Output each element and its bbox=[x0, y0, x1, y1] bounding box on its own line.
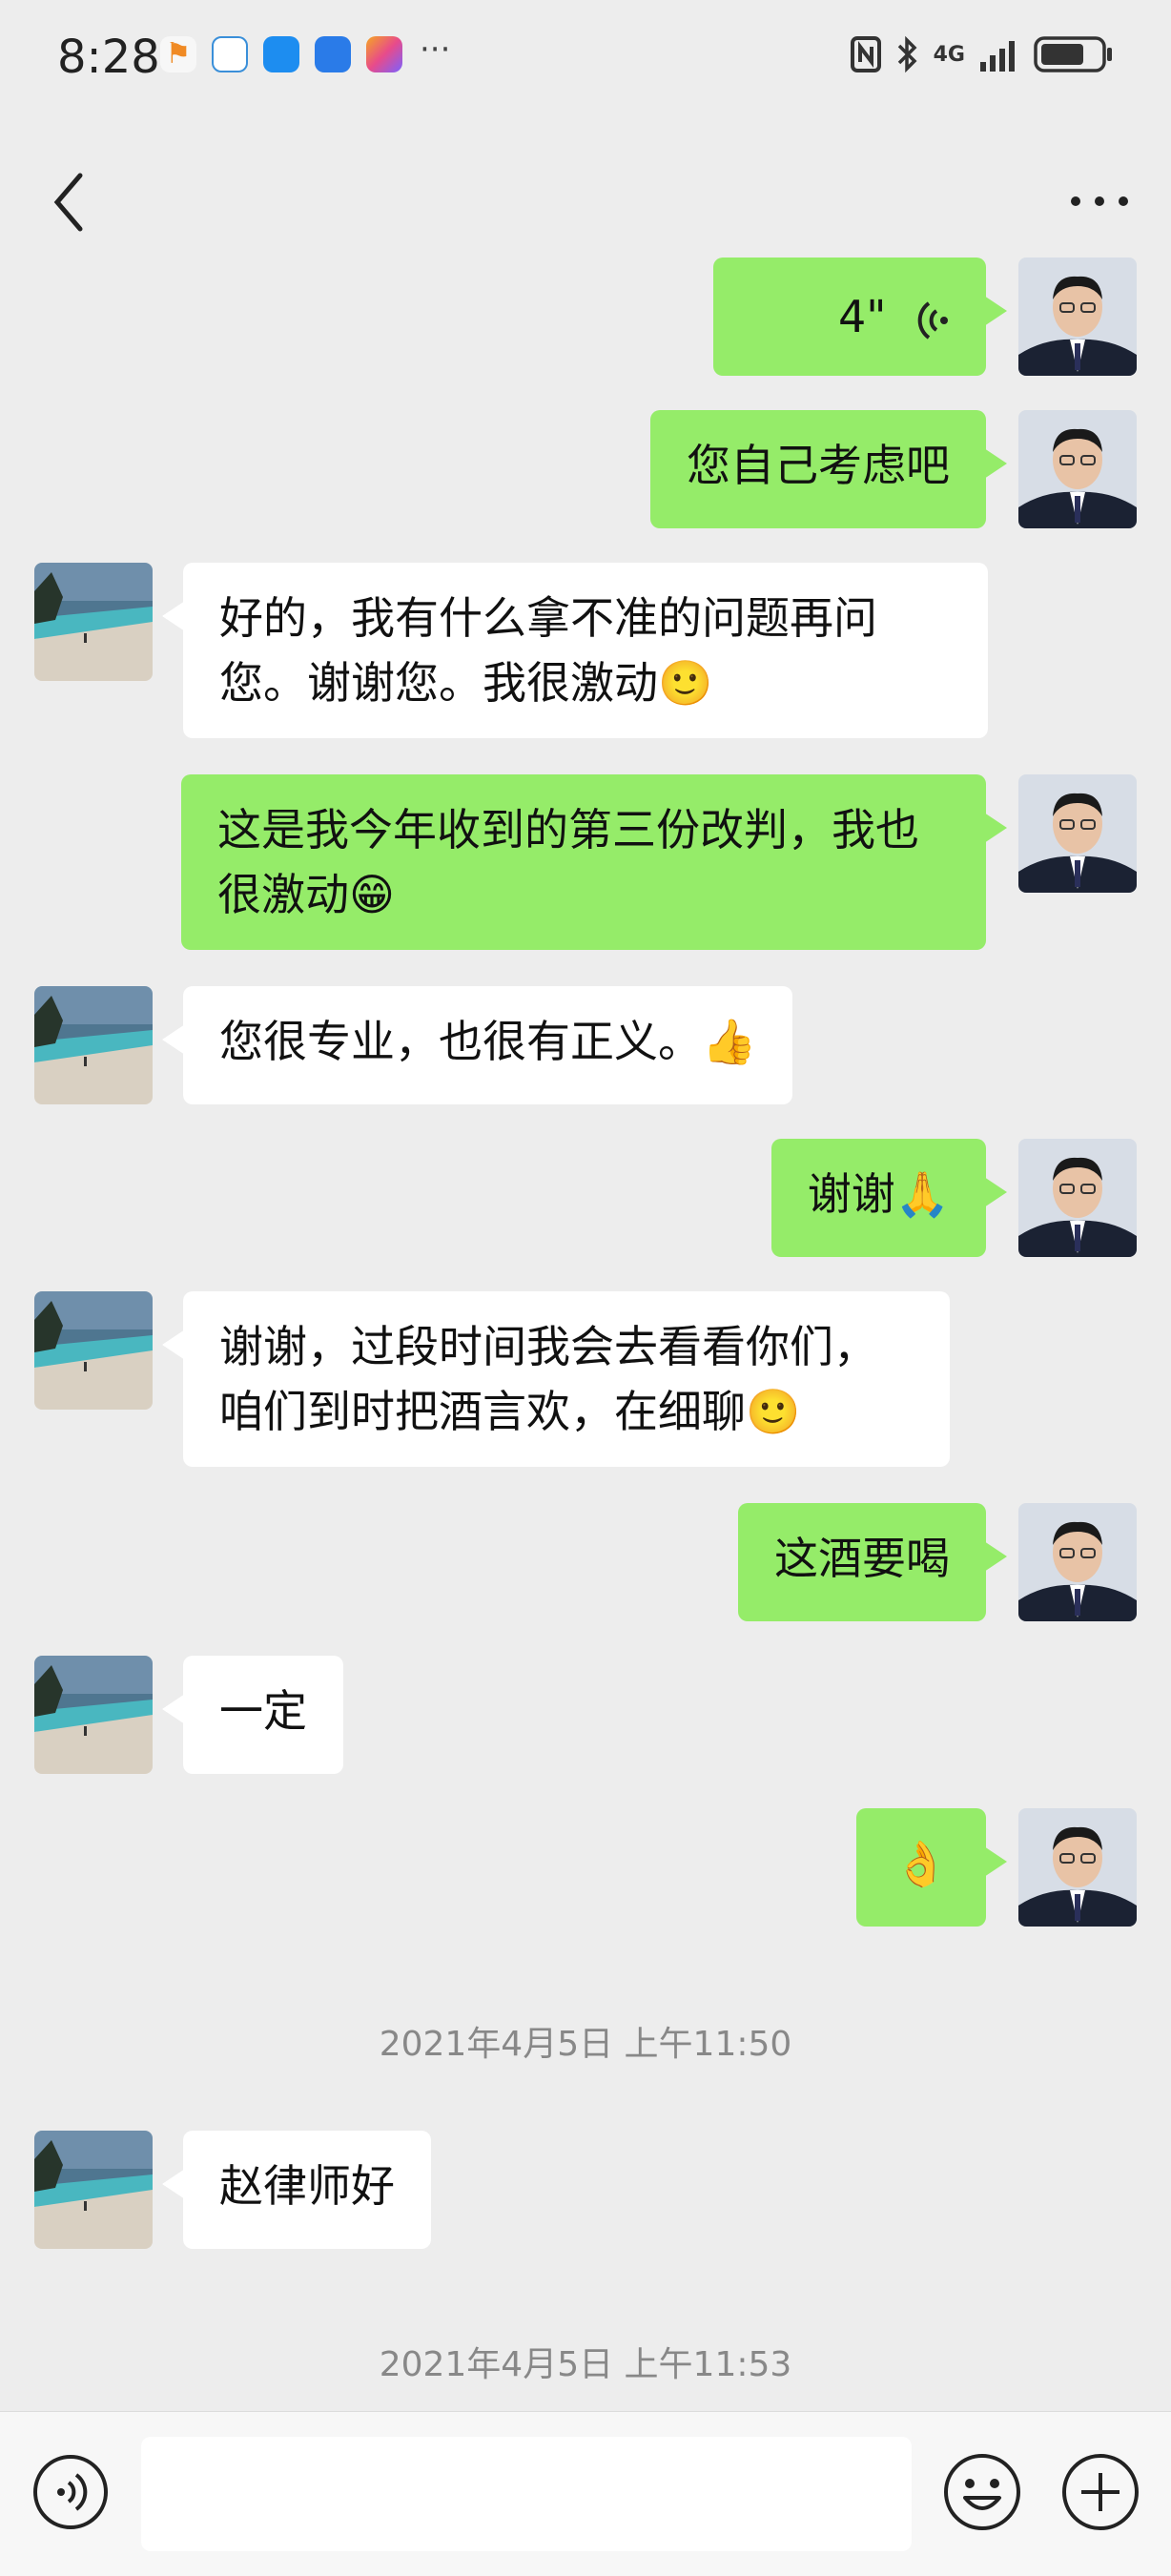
my-avatar-image bbox=[1018, 774, 1137, 893]
avatar[interactable] bbox=[34, 563, 153, 681]
contact-avatar-beach-image bbox=[34, 563, 153, 681]
chat-timestamp: 2021年4月5日 上午11:50 bbox=[379, 2025, 792, 2064]
avatar[interactable] bbox=[1018, 1503, 1137, 1621]
status-bar: 8:28 ⚑ ··· 4G bbox=[0, 0, 1171, 114]
emoji-icon bbox=[944, 2454, 1020, 2530]
app-icon-5 bbox=[366, 36, 402, 72]
message-bubble[interactable]: 👌 bbox=[856, 1808, 1007, 1927]
avatar[interactable] bbox=[1018, 774, 1137, 893]
my-avatar-image bbox=[1018, 1139, 1137, 1257]
voice-input-button[interactable] bbox=[32, 2454, 109, 2530]
voice-message-bubble[interactable]: 4" bbox=[713, 258, 1007, 376]
message-bubble[interactable]: 这酒要喝 bbox=[738, 1503, 1007, 1621]
chat-header bbox=[0, 143, 1171, 258]
bluetooth-icon bbox=[897, 35, 917, 73]
message-bubble[interactable]: 一定 bbox=[162, 1656, 343, 1774]
app-icon-3 bbox=[263, 36, 299, 72]
my-avatar-image bbox=[1018, 1808, 1137, 1927]
more-functions-button[interactable] bbox=[1060, 2452, 1140, 2532]
plus-icon bbox=[1062, 2454, 1139, 2530]
status-time: 8:28 bbox=[57, 31, 160, 84]
more-button[interactable] bbox=[1066, 168, 1133, 235]
message-bubble[interactable]: 您自己考虑吧 bbox=[650, 410, 1007, 528]
message-bubble[interactable]: 谢谢，过段时间我会去看看你们，咱们到时把酒言欢，在细聊🙂 bbox=[162, 1291, 950, 1467]
contact-avatar-beach-image bbox=[34, 1291, 153, 1410]
chevron-left-icon bbox=[53, 173, 83, 232]
message-input[interactable] bbox=[141, 2437, 912, 2551]
app-icon-4 bbox=[315, 36, 351, 72]
voice-playback-icon bbox=[917, 300, 948, 340]
message-bubble[interactable]: 赵律师好 bbox=[162, 2131, 431, 2249]
my-avatar-image bbox=[1018, 1503, 1137, 1621]
avatar[interactable] bbox=[1018, 410, 1137, 528]
avatar[interactable] bbox=[34, 2131, 153, 2249]
input-bar bbox=[0, 2411, 1171, 2576]
status-more-icon: ··· bbox=[420, 31, 451, 69]
nfc-icon bbox=[850, 36, 881, 72]
my-avatar-image bbox=[1018, 410, 1137, 528]
avatar[interactable] bbox=[34, 986, 153, 1104]
message-bubble[interactable]: 谢谢🙏 bbox=[770, 1139, 1008, 1257]
avatar[interactable] bbox=[34, 1656, 153, 1774]
my-avatar-image bbox=[1018, 258, 1137, 376]
more-dots-icon bbox=[1071, 196, 1128, 206]
emoji-button[interactable] bbox=[942, 2452, 1022, 2532]
chat-timestamp: 2021年4月5日 上午11:53 bbox=[379, 2345, 792, 2384]
avatar[interactable] bbox=[1018, 1808, 1137, 1927]
signal-icon bbox=[980, 41, 1015, 72]
status-right-icons: 4G bbox=[850, 34, 1114, 74]
app-icon-1: ⚑ bbox=[160, 36, 196, 72]
message-bubble[interactable]: 好的，我有什么拿不准的问题再问您。谢谢您。我很激动🙂 bbox=[162, 563, 988, 738]
status-app-icons: ⚑ bbox=[160, 36, 402, 72]
app-icon-2 bbox=[212, 36, 248, 72]
contact-avatar-beach-image bbox=[34, 986, 153, 1104]
contact-avatar-beach-image bbox=[34, 1656, 153, 1774]
voice-mode-icon bbox=[33, 2455, 108, 2529]
message-bubble[interactable]: 这是我今年收到的第三份改判，我也很激动😁 bbox=[181, 774, 1007, 950]
avatar[interactable] bbox=[1018, 1139, 1137, 1257]
back-button[interactable] bbox=[42, 164, 99, 240]
network-type-label: 4G bbox=[933, 42, 965, 67]
contact-avatar-beach-image bbox=[34, 2131, 153, 2249]
avatar[interactable] bbox=[1018, 258, 1137, 376]
battery-icon bbox=[1034, 36, 1112, 72]
voice-duration: 4" bbox=[837, 291, 887, 342]
message-bubble[interactable]: 您很专业，也很有正义。👍 bbox=[161, 986, 793, 1104]
avatar[interactable] bbox=[34, 1291, 153, 1410]
